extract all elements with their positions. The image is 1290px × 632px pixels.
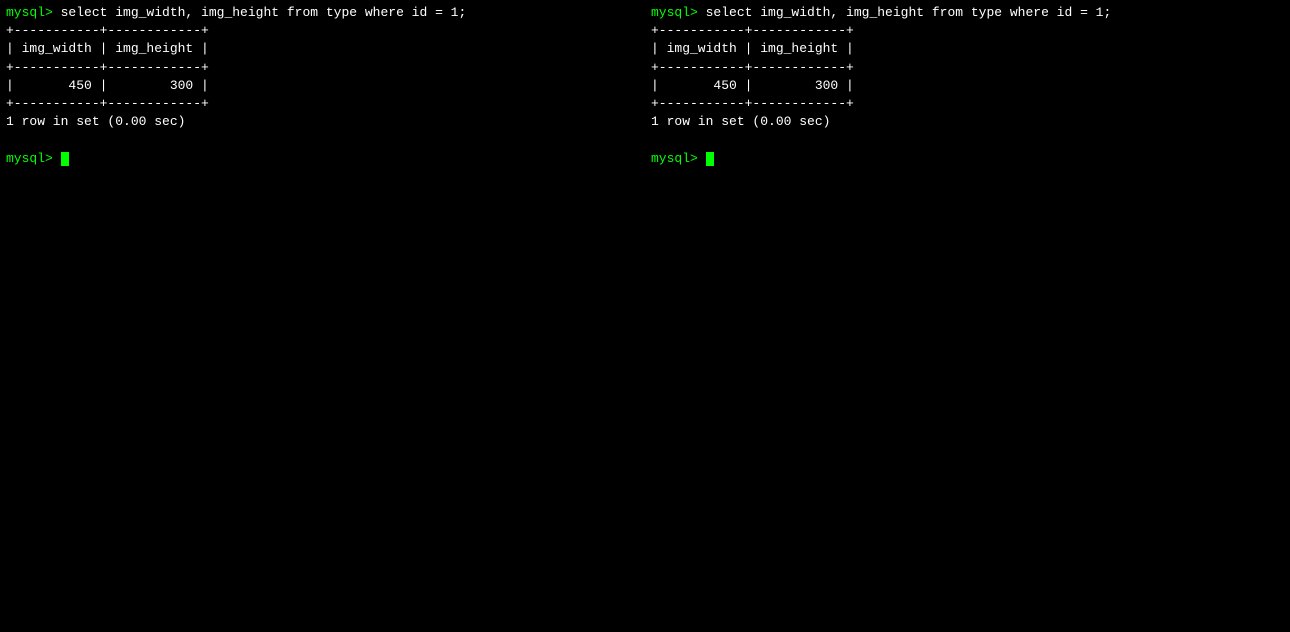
table-row-1-right: | 450 | 300 |	[651, 77, 1284, 95]
command-line-1-right: mysql> select img_width, img_height from…	[651, 4, 1284, 22]
command-line-1: mysql> select img_width, img_height from…	[6, 4, 639, 22]
prompt-label: mysql>	[6, 5, 53, 20]
table-border-bottom: +-----------+------------+	[6, 95, 639, 113]
prompt-space	[53, 151, 61, 166]
left-terminal-pane[interactable]: mysql> select img_width, img_height from…	[0, 0, 645, 632]
table-border-top-right: +-----------+------------+	[651, 22, 1284, 40]
empty-line	[6, 131, 639, 149]
cursor-right	[706, 152, 714, 166]
table-row-1: | 450 | 300 |	[6, 77, 639, 95]
command-text: select img_width, img_height from type w…	[53, 5, 466, 20]
prompt-label-2: mysql>	[6, 151, 53, 166]
command-text-right: select img_width, img_height from type w…	[698, 5, 1111, 20]
prompt-space-right	[698, 151, 706, 166]
prompt-label-right: mysql>	[651, 5, 698, 20]
right-terminal-pane[interactable]: mysql> select img_width, img_height from…	[645, 0, 1290, 632]
table-header-border-right: +-----------+------------+	[651, 59, 1284, 77]
table-header: | img_width | img_height |	[6, 40, 639, 58]
next-prompt: mysql>	[6, 150, 639, 168]
prompt-label-3: mysql>	[651, 151, 698, 166]
table-header-border: +-----------+------------+	[6, 59, 639, 77]
result-text: 1 row in set (0.00 sec)	[6, 113, 639, 131]
table-header-right: | img_width | img_height |	[651, 40, 1284, 58]
table-border-top: +-----------+------------+	[6, 22, 639, 40]
empty-line-right	[651, 131, 1284, 149]
next-prompt-right: mysql>	[651, 150, 1284, 168]
table-border-bottom-right: +-----------+------------+	[651, 95, 1284, 113]
result-text-right: 1 row in set (0.00 sec)	[651, 113, 1284, 131]
cursor	[61, 152, 69, 166]
